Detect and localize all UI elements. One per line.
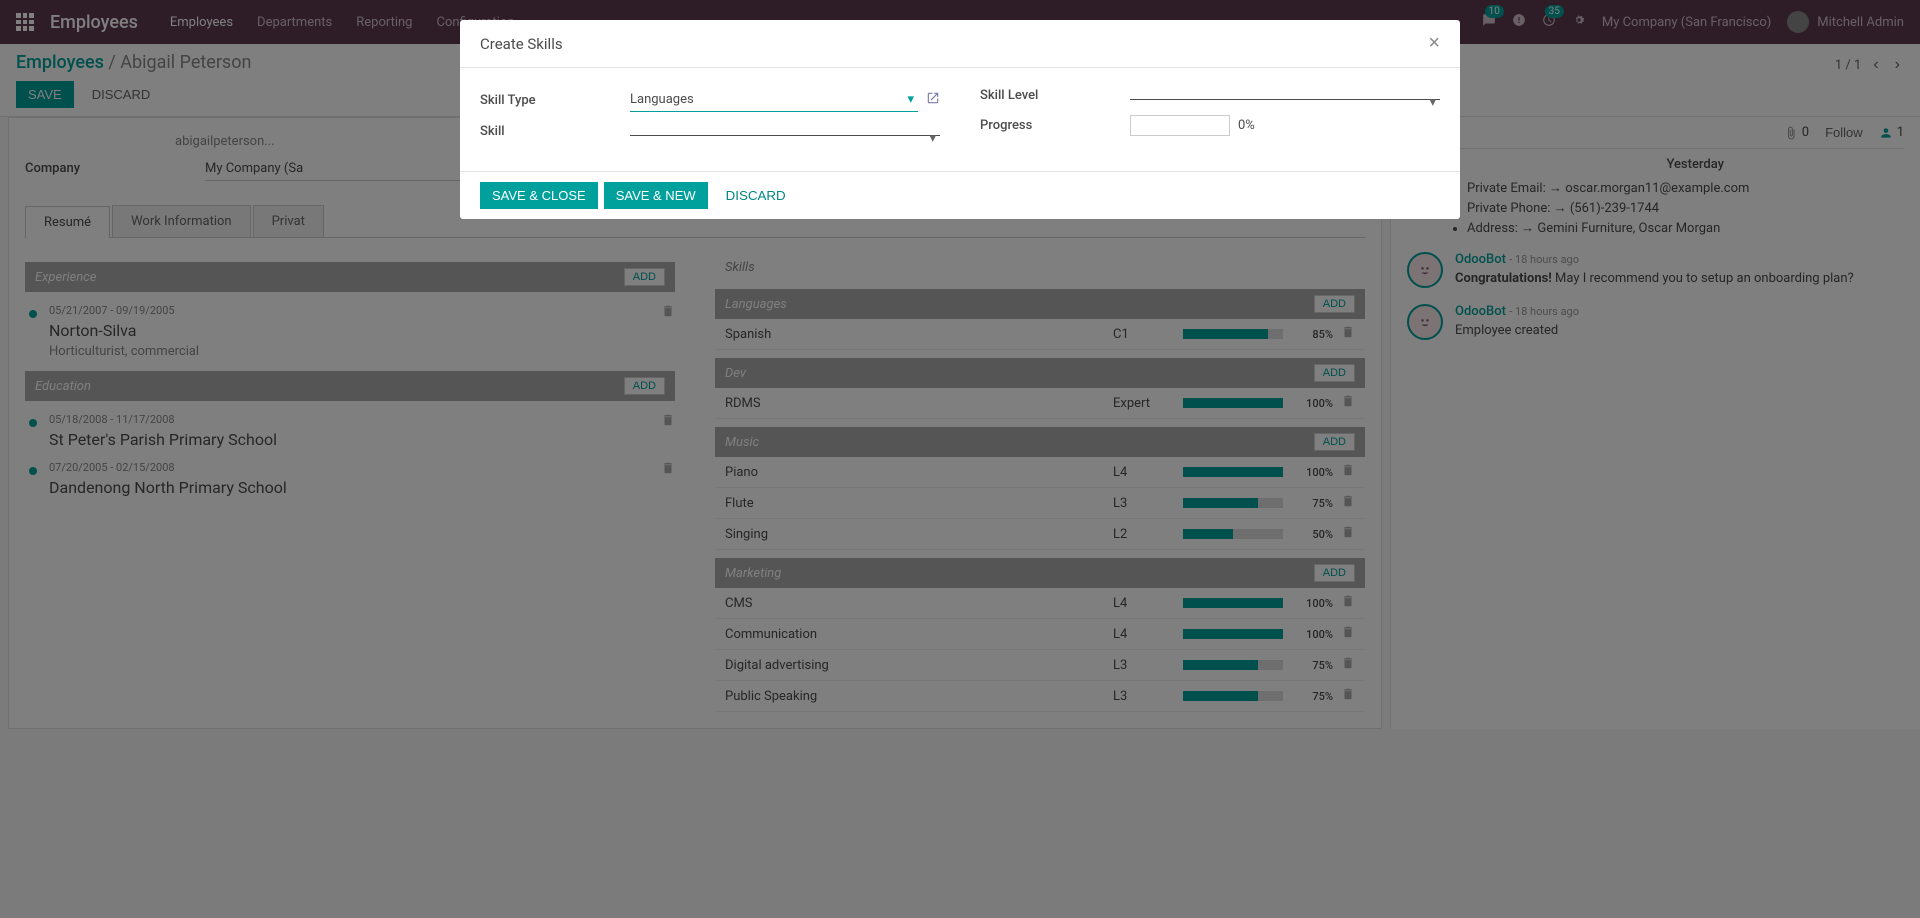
skill-type-input[interactable]: Languages ▾ [630,88,918,112]
skill-input[interactable]: ▾ [630,127,940,136]
dropdown-icon: ▾ [907,92,914,107]
external-link-icon[interactable] [926,91,940,109]
skill-type-label: Skill Type [480,93,630,108]
skill-level-input[interactable]: ▾ [1130,91,1440,100]
progress-input[interactable] [1130,115,1230,136]
modal-close-button[interactable]: × [1428,32,1440,55]
save-close-button[interactable]: SAVE & CLOSE [480,182,598,209]
create-skills-modal: Create Skills × Skill Type Languages ▾ S… [460,20,1460,219]
dropdown-icon: ▾ [929,131,936,146]
skill-label: Skill [480,124,630,139]
progress-percent: 0% [1238,118,1255,133]
modal-discard-button[interactable]: DISCARD [714,182,798,209]
dropdown-icon: ▾ [1429,95,1436,110]
save-new-button[interactable]: SAVE & NEW [604,182,708,209]
modal-title: Create Skills [480,35,563,53]
skill-level-label: Skill Level [980,88,1130,103]
progress-label: Progress [980,118,1130,133]
